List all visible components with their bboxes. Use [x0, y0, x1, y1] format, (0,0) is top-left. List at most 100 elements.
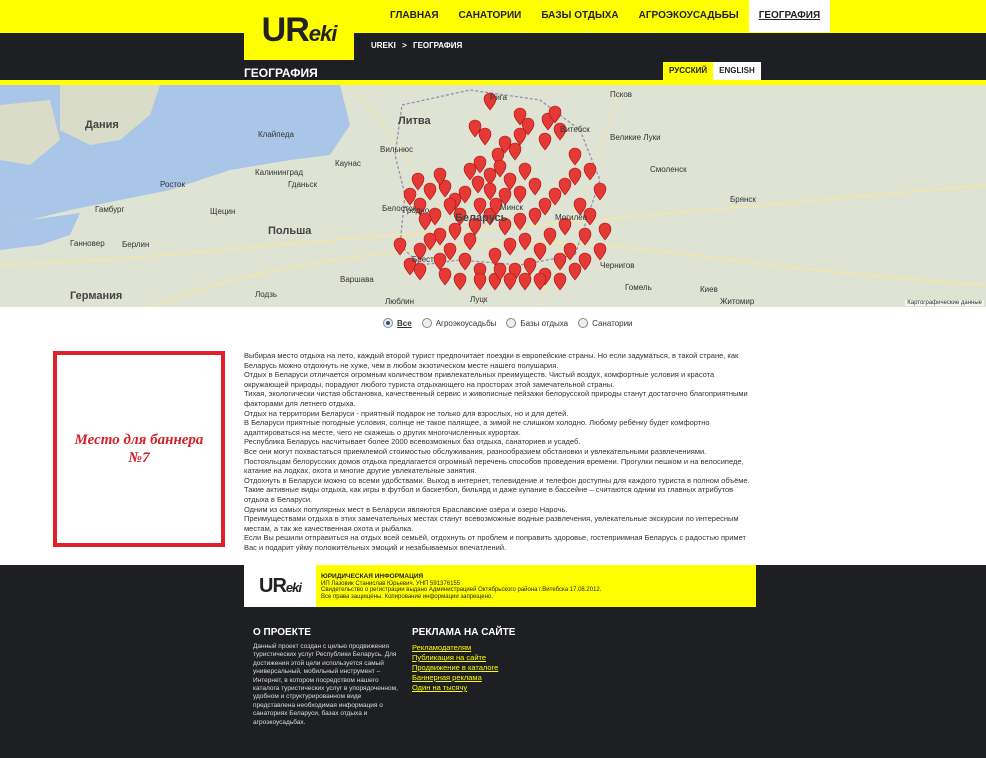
map-marker-icon[interactable] [438, 267, 452, 286]
map-marker-icon[interactable] [583, 162, 597, 181]
map-city-label: Калининград [255, 168, 304, 177]
map-city-label: Смоленск [650, 165, 687, 174]
breadcrumb-home[interactable]: UREKI [371, 41, 396, 50]
map-marker-icon[interactable] [578, 227, 592, 246]
filter-all[interactable]: Все [383, 318, 412, 328]
radio-icon [421, 318, 432, 328]
article-paragraph: Республика Беларусь насчитывает более 20… [244, 437, 581, 447]
filter-group: Все Агроэкоусадьбы Базы отдыха Санатории [383, 318, 643, 328]
ads-link-one-in-thousand[interactable]: Один на тысячу [412, 683, 498, 693]
baltic-sea [0, 85, 350, 225]
map-country-label: Дания [85, 119, 119, 131]
ads-link-banner-ads[interactable]: Баннерная реклама [412, 673, 498, 683]
map-country-label: Литва [398, 115, 431, 127]
article-text: Выбирая место отдыха на лето, каждый вто… [244, 351, 750, 552]
map-marker-icon[interactable] [483, 167, 497, 186]
map-marker-icon[interactable] [528, 177, 542, 196]
ads-link-catalog-promotion[interactable]: Продвижение в каталоге [412, 663, 498, 673]
radio-icon [578, 318, 589, 328]
map-marker-icon[interactable] [553, 252, 567, 271]
map-city-label: Минск [500, 203, 524, 212]
map-marker-icon[interactable] [433, 252, 447, 271]
map-marker-icon[interactable] [533, 242, 547, 261]
map-marker-icon[interactable] [518, 162, 532, 181]
map-marker-icon[interactable] [513, 212, 527, 231]
map[interactable]: Литва Польша Германия Беларусь Дания Вильнюс К… [0, 85, 986, 307]
article-paragraph: Такие активные виды отдыха, как игры в ф… [244, 485, 734, 504]
map-marker-icon[interactable] [538, 132, 552, 151]
map-city-label: Великие Луки [610, 133, 661, 142]
map-marker-icon[interactable] [463, 232, 477, 251]
filter-label: Все [397, 318, 412, 328]
map-city-label: Белосток [382, 204, 417, 213]
map-marker-icon[interactable] [598, 222, 612, 241]
banner-placeholder[interactable]: Место для баннера №7 [53, 351, 225, 547]
map-city-label: Люблин [385, 297, 415, 306]
map-marker-icon[interactable] [453, 272, 467, 291]
map-city-label: Чернигов [600, 261, 635, 270]
nav-agro-estates[interactable]: АГРОЭКОУСАДЬБЫ [629, 0, 749, 32]
map-marker-icon[interactable] [458, 252, 472, 271]
article-paragraph: Тихая, экологически чистая обстановка, к… [244, 389, 748, 408]
ads-link-publication[interactable]: Публикация на сайте [412, 653, 498, 663]
ads-link-advertisers[interactable]: Рекламодателям [412, 643, 498, 653]
filter-label: Санатории [592, 318, 633, 328]
map-marker-icon[interactable] [503, 272, 517, 291]
lang-russian[interactable]: РУССКИЙ [663, 62, 714, 80]
map-marker-icon[interactable] [593, 182, 607, 201]
map-credit: Картографические данные [905, 300, 984, 306]
site-logo[interactable]: UReki [244, 0, 354, 60]
map-marker-icon[interactable] [473, 272, 487, 291]
map-city-label: Киев [700, 285, 718, 294]
map-marker-icon[interactable] [508, 142, 522, 161]
map-marker-icon[interactable] [411, 172, 425, 191]
map-marker-icon[interactable] [503, 172, 517, 191]
filter-sanatoriums[interactable]: Санатории [578, 318, 633, 328]
map-marker-icon[interactable] [448, 222, 462, 241]
map-city-label: Брест [412, 255, 434, 264]
map-marker-icon[interactable] [528, 207, 542, 226]
footer-logo[interactable]: UReki [244, 565, 316, 607]
map-marker-icon[interactable] [513, 127, 527, 146]
map-city-label: Рига [490, 93, 507, 102]
nav-sanatoriums[interactable]: САНАТОРИИ [449, 0, 532, 32]
map-city-label: Брянск [730, 195, 756, 204]
map-marker-icon[interactable] [518, 232, 532, 251]
legal-info: ЮРИДИЧЕСКАЯ ИНФОРМАЦИЯ ИП Лазовик Станис… [321, 573, 751, 600]
nav-recreation-bases[interactable]: БАЗЫ ОТДЫХА [531, 0, 628, 32]
map-city-label: Псков [610, 90, 633, 99]
map-marker-icon[interactable] [478, 127, 492, 146]
map-city-label: Житомир [720, 297, 755, 306]
map-marker-icon[interactable] [413, 262, 427, 281]
map-marker-icon[interactable] [518, 272, 532, 291]
map-marker-icon[interactable] [418, 212, 432, 231]
main-nav: ГЛАВНАЯ САНАТОРИИ БАЗЫ ОТДЫХА АГРОЭКОУСА… [380, 0, 831, 32]
about-title: О ПРОЕКТЕ [253, 627, 311, 638]
map-country-label: Беларусь [455, 212, 508, 224]
map-city-label: Гамбург [95, 205, 125, 214]
map-marker-icon[interactable] [423, 182, 437, 201]
map-city-label: Гомель [625, 283, 652, 292]
map-city-label: Щецин [210, 207, 236, 216]
map-marker-icon[interactable] [568, 147, 582, 166]
map-marker-icon[interactable] [593, 242, 607, 261]
filter-recreation-bases[interactable]: Базы отдыха [506, 318, 568, 328]
map-marker-icon[interactable] [553, 272, 567, 291]
map-marker-icon[interactable] [488, 247, 502, 266]
map-marker-icon[interactable] [533, 272, 547, 291]
nav-geography[interactable]: ГЕОГРАФИЯ [748, 0, 831, 32]
radio-icon [506, 318, 517, 328]
nav-home[interactable]: ГЛАВНАЯ [380, 0, 449, 32]
map-marker-icon[interactable] [513, 185, 527, 204]
map-city-label: Лодзь [255, 290, 278, 299]
map-marker-icon[interactable] [483, 182, 497, 201]
map-marker-icon[interactable] [523, 257, 537, 276]
map-marker-icon[interactable] [503, 237, 517, 256]
logo-sub: eki [285, 579, 302, 595]
map-marker-icon[interactable] [471, 175, 485, 194]
filter-label: Агроэкоусадьбы [435, 318, 497, 328]
filter-agro-estates[interactable]: Агроэкоусадьбы [421, 318, 497, 328]
map-marker-icon[interactable] [568, 262, 582, 281]
lang-english[interactable]: ENGLISH [713, 62, 761, 80]
article-paragraph: Если Вы решили отправиться на отдых всей… [244, 533, 746, 552]
